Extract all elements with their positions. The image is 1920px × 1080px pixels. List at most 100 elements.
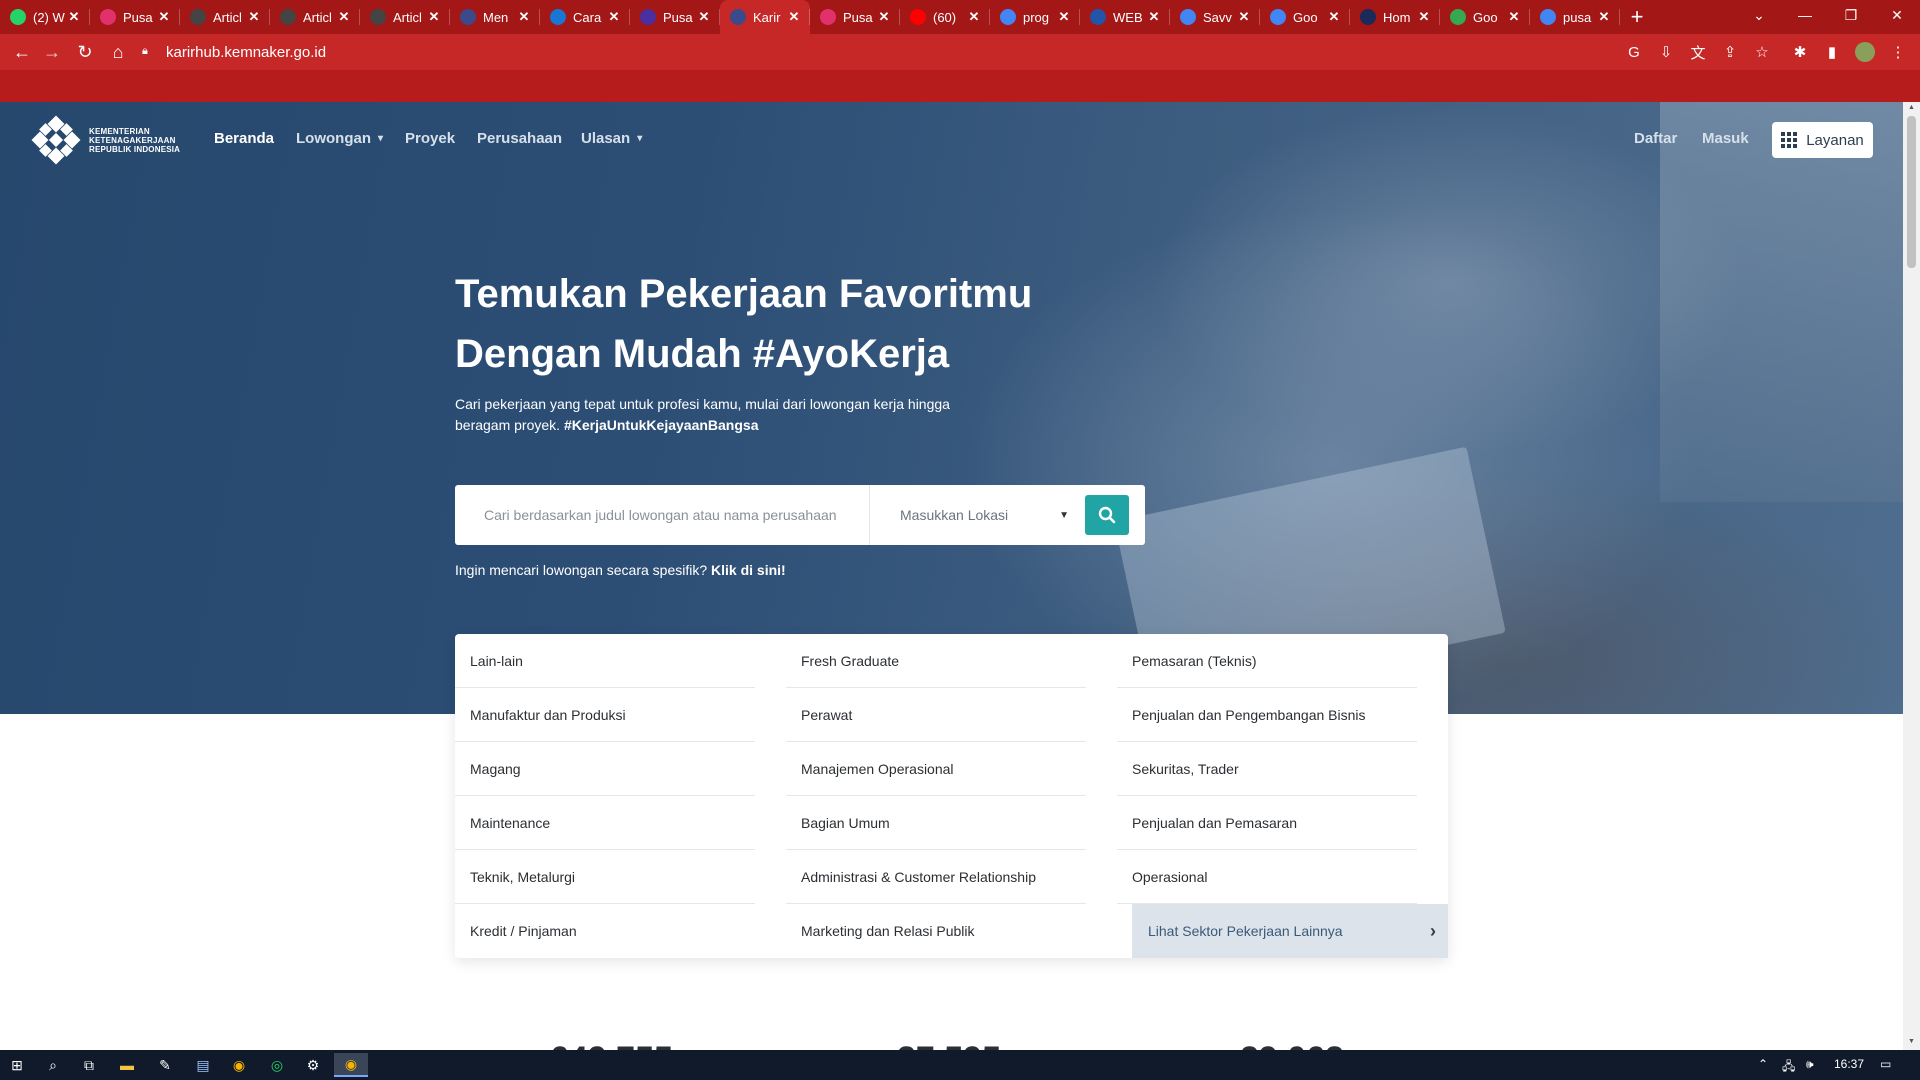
close-tab-icon[interactable]: ✕ (1596, 9, 1612, 25)
profile-avatar[interactable] (1855, 42, 1875, 62)
sector-item[interactable]: Sekuritas, Trader (1117, 742, 1417, 796)
close-tab-icon[interactable]: ✕ (1416, 9, 1432, 25)
address-bar[interactable]: 🔒︎ karirhub.kemnaker.go.id (142, 37, 1622, 67)
restore-icon[interactable]: ❐ (1828, 0, 1874, 30)
notepad-icon[interactable]: ▤ (186, 1053, 220, 1077)
notification-icon[interactable]: ▭ (1880, 1057, 1891, 1071)
browser-tab[interactable]: Goo ✕ (1260, 0, 1350, 34)
sector-item[interactable]: Lain-lain (455, 634, 755, 688)
search-icon[interactable]: ⌕ (36, 1053, 70, 1077)
tray-expand-icon[interactable]: ⌃ (1758, 1057, 1768, 1071)
close-tab-icon[interactable]: ✕ (876, 9, 892, 25)
side-panel-icon[interactable]: ▮ (1822, 42, 1842, 62)
close-tab-icon[interactable]: ✕ (246, 9, 262, 25)
google-lens-icon[interactable]: G (1624, 42, 1644, 62)
new-tab-icon[interactable]: + (1620, 0, 1654, 34)
sector-item[interactable]: Manajemen Operasional (786, 742, 1086, 796)
back-icon[interactable]: ← (10, 40, 34, 64)
close-tab-icon[interactable]: ✕ (336, 9, 352, 25)
sector-item[interactable]: Administrasi & Customer Relationship (786, 850, 1086, 904)
more-sectors-button[interactable]: Lihat Sektor Pekerjaan Lainnya › (1132, 904, 1448, 958)
browser-tab[interactable]: Pusa ✕ (810, 0, 900, 34)
close-tab-icon[interactable]: ✕ (1056, 9, 1072, 25)
extensions-icon[interactable]: ✱ (1790, 42, 1810, 62)
close-tab-icon[interactable]: ✕ (1506, 9, 1522, 25)
browser-tab[interactable]: Savv ✕ (1170, 0, 1260, 34)
close-tab-icon[interactable]: ✕ (516, 9, 532, 25)
install-app-icon[interactable]: ⇩ (1656, 42, 1676, 62)
browser-tab[interactable]: prog ✕ (990, 0, 1080, 34)
location-select[interactable]: Masukkan Lokasi ▼ (870, 485, 1085, 545)
sector-item[interactable]: Teknik, Metalurgi (455, 850, 755, 904)
sector-item[interactable]: Perawat (786, 688, 1086, 742)
sector-item[interactable]: Manufaktur dan Produksi (455, 688, 755, 742)
close-tab-icon[interactable]: ✕ (966, 9, 982, 25)
browser-tab[interactable]: Karir ✕ (720, 0, 810, 34)
browser-tab[interactable]: WEB ✕ (1080, 0, 1170, 34)
sector-item[interactable]: Penjualan dan Pengembangan Bisnis (1117, 688, 1417, 742)
browser-tab[interactable]: Goo ✕ (1440, 0, 1530, 34)
bookmark-star-icon[interactable]: ☆ (1752, 42, 1772, 62)
scrollbar-thumb[interactable] (1907, 116, 1916, 268)
clock[interactable]: 16:37 (1834, 1057, 1864, 1071)
share-icon[interactable]: ⇪ (1720, 42, 1740, 62)
volume-icon[interactable]: 🕪︎ (1806, 1057, 1814, 1072)
browser-tab[interactable]: Pusa ✕ (90, 0, 180, 34)
sector-item[interactable]: Fresh Graduate (786, 634, 1086, 688)
browser-tab[interactable]: (2) W ✕ (0, 0, 90, 34)
whatsapp-icon[interactable]: ◎ (260, 1053, 294, 1077)
job-search-input[interactable] (455, 485, 870, 545)
browser-tab[interactable]: Men ✕ (450, 0, 540, 34)
chrome-icon[interactable]: ◉ (222, 1053, 256, 1077)
sector-item[interactable]: Penjualan dan Pemasaran (1117, 796, 1417, 850)
close-tab-icon[interactable]: ✕ (426, 9, 442, 25)
register-link[interactable]: Daftar (1634, 130, 1677, 147)
minimize-icon[interactable]: — (1782, 0, 1828, 30)
services-button[interactable]: Layanan (1772, 122, 1873, 158)
login-link[interactable]: Masuk (1702, 130, 1749, 147)
kemnaker-logo[interactable]: KEMENTERIAN KETENAGAKERJAAN REPUBLIK IND… (30, 114, 180, 166)
close-tab-icon[interactable]: ✕ (66, 9, 82, 25)
home-icon[interactable]: ⌂ (106, 40, 130, 64)
close-tab-icon[interactable]: ✕ (696, 9, 712, 25)
browser-tab[interactable]: Articl ✕ (360, 0, 450, 34)
nav-perusahaan[interactable]: Perusahaan (477, 130, 562, 147)
browser-tab[interactable]: (60) ✕ (900, 0, 990, 34)
sector-item[interactable]: Magang (455, 742, 755, 796)
nav-ulasan[interactable]: Ulasan ▾ (581, 130, 642, 147)
browser-tab[interactable]: Cara ✕ (540, 0, 630, 34)
file-explorer-icon[interactable]: ▬ (110, 1053, 144, 1077)
browser-tab[interactable]: Articl ✕ (180, 0, 270, 34)
close-window-icon[interactable]: ✕ (1874, 0, 1920, 30)
task-view-icon[interactable]: ⧉ (72, 1053, 106, 1077)
close-tab-icon[interactable]: ✕ (156, 9, 172, 25)
menu-icon[interactable]: ⋮ (1888, 42, 1908, 62)
sector-item[interactable]: Operasional (1117, 850, 1417, 904)
windows-start-icon[interactable]: ⊞ (0, 1053, 34, 1077)
sector-item[interactable]: Marketing dan Relasi Publik (786, 904, 1086, 958)
browser-tab[interactable]: Articl ✕ (270, 0, 360, 34)
search-button[interactable] (1085, 495, 1129, 535)
sector-item[interactable]: Bagian Umum (786, 796, 1086, 850)
app-icon[interactable]: ✎ (148, 1053, 182, 1077)
browser-tab[interactable]: pusa ✕ (1530, 0, 1620, 34)
close-tab-icon[interactable]: ✕ (786, 9, 802, 25)
sector-item[interactable]: Kredit / Pinjaman (455, 904, 755, 958)
nav-lowongan[interactable]: Lowongan ▾ (296, 130, 383, 147)
chrome-active-icon[interactable]: ◉ (334, 1053, 368, 1077)
scroll-up-icon[interactable]: ▲ (1907, 104, 1916, 111)
translate-icon[interactable]: 文 (1688, 42, 1708, 62)
close-tab-icon[interactable]: ✕ (1236, 9, 1252, 25)
advanced-search-link[interactable]: Klik di sini! (711, 562, 786, 578)
sector-item[interactable]: Maintenance (455, 796, 755, 850)
page-scrollbar[interactable]: ▲ ▼ (1903, 102, 1920, 1050)
network-icon[interactable]: 🖧︎ (1782, 1057, 1795, 1078)
tab-search-icon[interactable]: ⌄ (1736, 0, 1782, 30)
browser-tab[interactable]: Pusa ✕ (630, 0, 720, 34)
reload-icon[interactable]: ↻ (73, 40, 97, 64)
close-tab-icon[interactable]: ✕ (606, 9, 622, 25)
browser-tab[interactable]: Hom ✕ (1350, 0, 1440, 34)
nav-beranda[interactable]: Beranda (214, 130, 274, 147)
nav-proyek[interactable]: Proyek (405, 130, 455, 147)
close-tab-icon[interactable]: ✕ (1146, 9, 1162, 25)
